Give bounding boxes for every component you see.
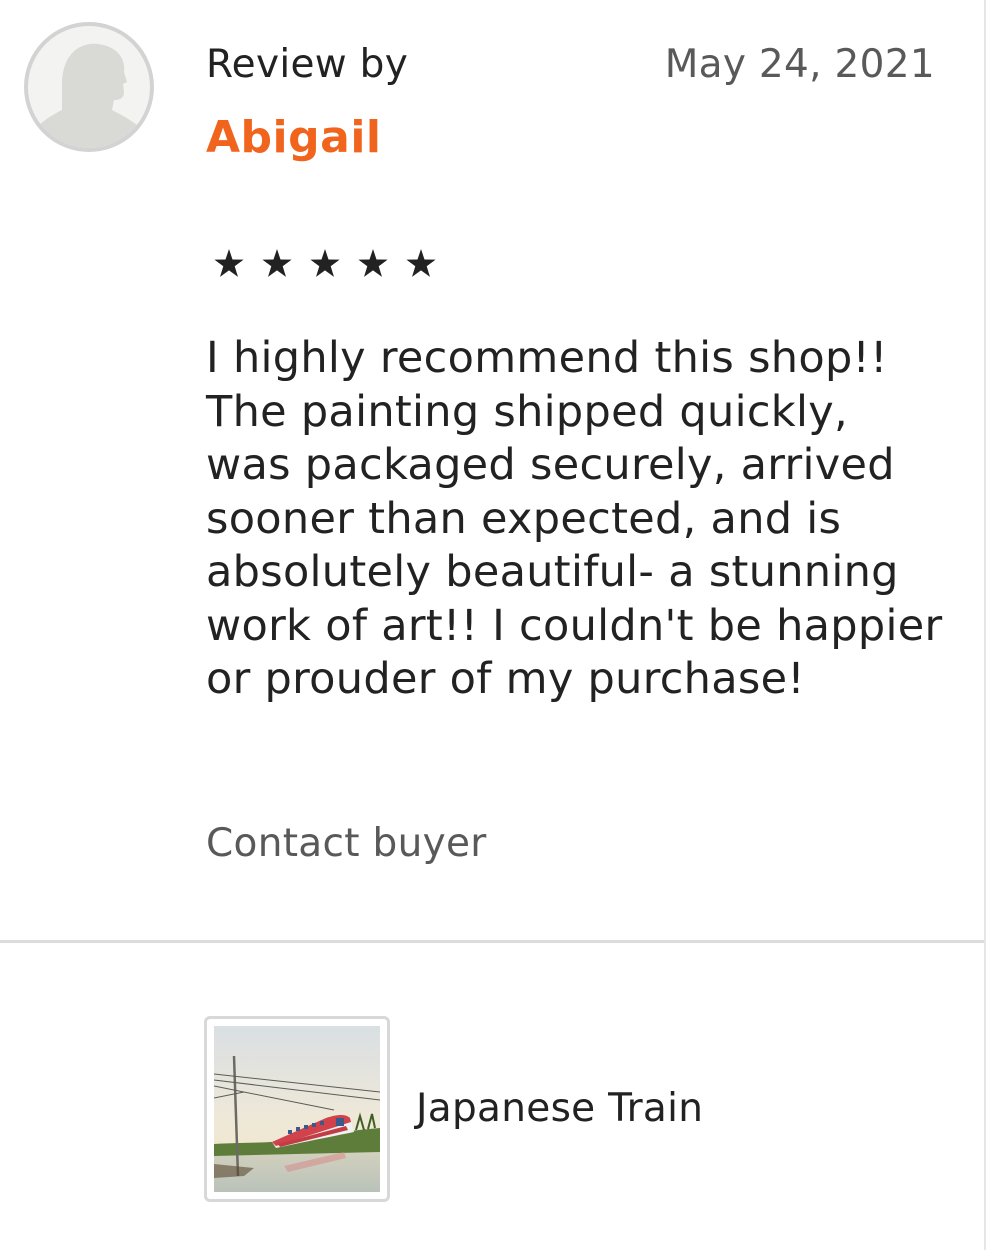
right-edge-rule [984, 0, 986, 1250]
avatar[interactable] [24, 22, 154, 152]
review-by-label: Review by [206, 42, 409, 87]
painting-thumbnail-icon [214, 1026, 380, 1192]
star-icon [209, 244, 249, 284]
star-icon [401, 244, 441, 284]
review-text: I highly recommend this shop!! The paint… [206, 333, 943, 704]
listing-title[interactable]: Japanese Train [416, 1084, 703, 1134]
review-date: May 24, 2021 [664, 42, 935, 87]
star-icon [305, 244, 345, 284]
section-divider [0, 940, 984, 943]
listing-item[interactable]: Japanese Train [204, 1016, 703, 1202]
contact-buyer-link[interactable]: Contact buyer [206, 818, 487, 870]
star-icon [353, 244, 393, 284]
reviewer-name-link[interactable]: Abigail [206, 110, 381, 166]
default-user-icon [28, 43, 150, 148]
star-icon [257, 244, 297, 284]
listing-thumbnail[interactable] [204, 1016, 390, 1202]
star-rating [209, 244, 441, 284]
